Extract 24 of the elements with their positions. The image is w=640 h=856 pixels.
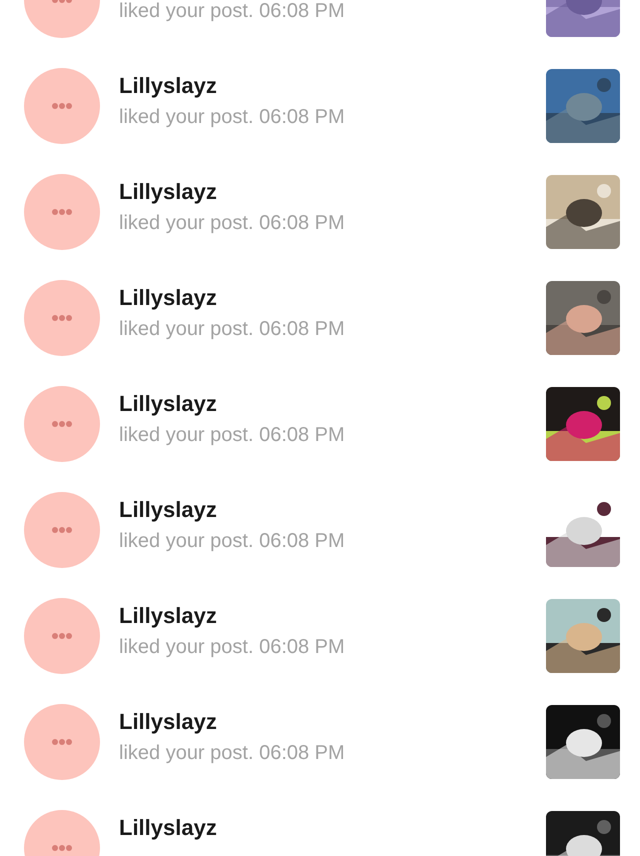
notification-text: liked your post. 06:08 PM <box>119 529 346 553</box>
username[interactable]: Lillyslayz <box>119 392 546 416</box>
more-icon <box>51 632 73 640</box>
more-icon <box>51 208 73 216</box>
notification-text: liked your post. 06:08 PM <box>119 0 346 23</box>
username[interactable]: Lillyslayz <box>119 74 546 98</box>
more-icon <box>51 314 73 322</box>
notification-text: liked your post. 06:08 PM <box>119 741 346 765</box>
more-icon <box>51 844 73 852</box>
username[interactable]: Lillyslayz <box>119 498 546 522</box>
notification-text: liked your post. 06:08 PM <box>119 423 346 447</box>
more-icon <box>51 738 73 746</box>
notification-text: liked your post. 06:08 PM <box>119 635 346 659</box>
more-icon <box>51 526 73 534</box>
username[interactable]: Lillyslayz <box>119 816 546 840</box>
notification-text: liked your post. 06:08 PM <box>119 105 346 129</box>
username[interactable]: Lillyslayz <box>119 180 546 204</box>
username[interactable]: Lillyslayz <box>119 286 546 310</box>
notification-text: liked your post. 06:08 PM <box>119 211 346 235</box>
username[interactable]: Lillyslayz <box>119 710 546 734</box>
notification-text: liked your post. 06:08 PM <box>119 317 346 341</box>
username[interactable]: Lillyslayz <box>119 604 546 628</box>
more-icon <box>51 102 73 110</box>
more-icon <box>51 420 73 428</box>
